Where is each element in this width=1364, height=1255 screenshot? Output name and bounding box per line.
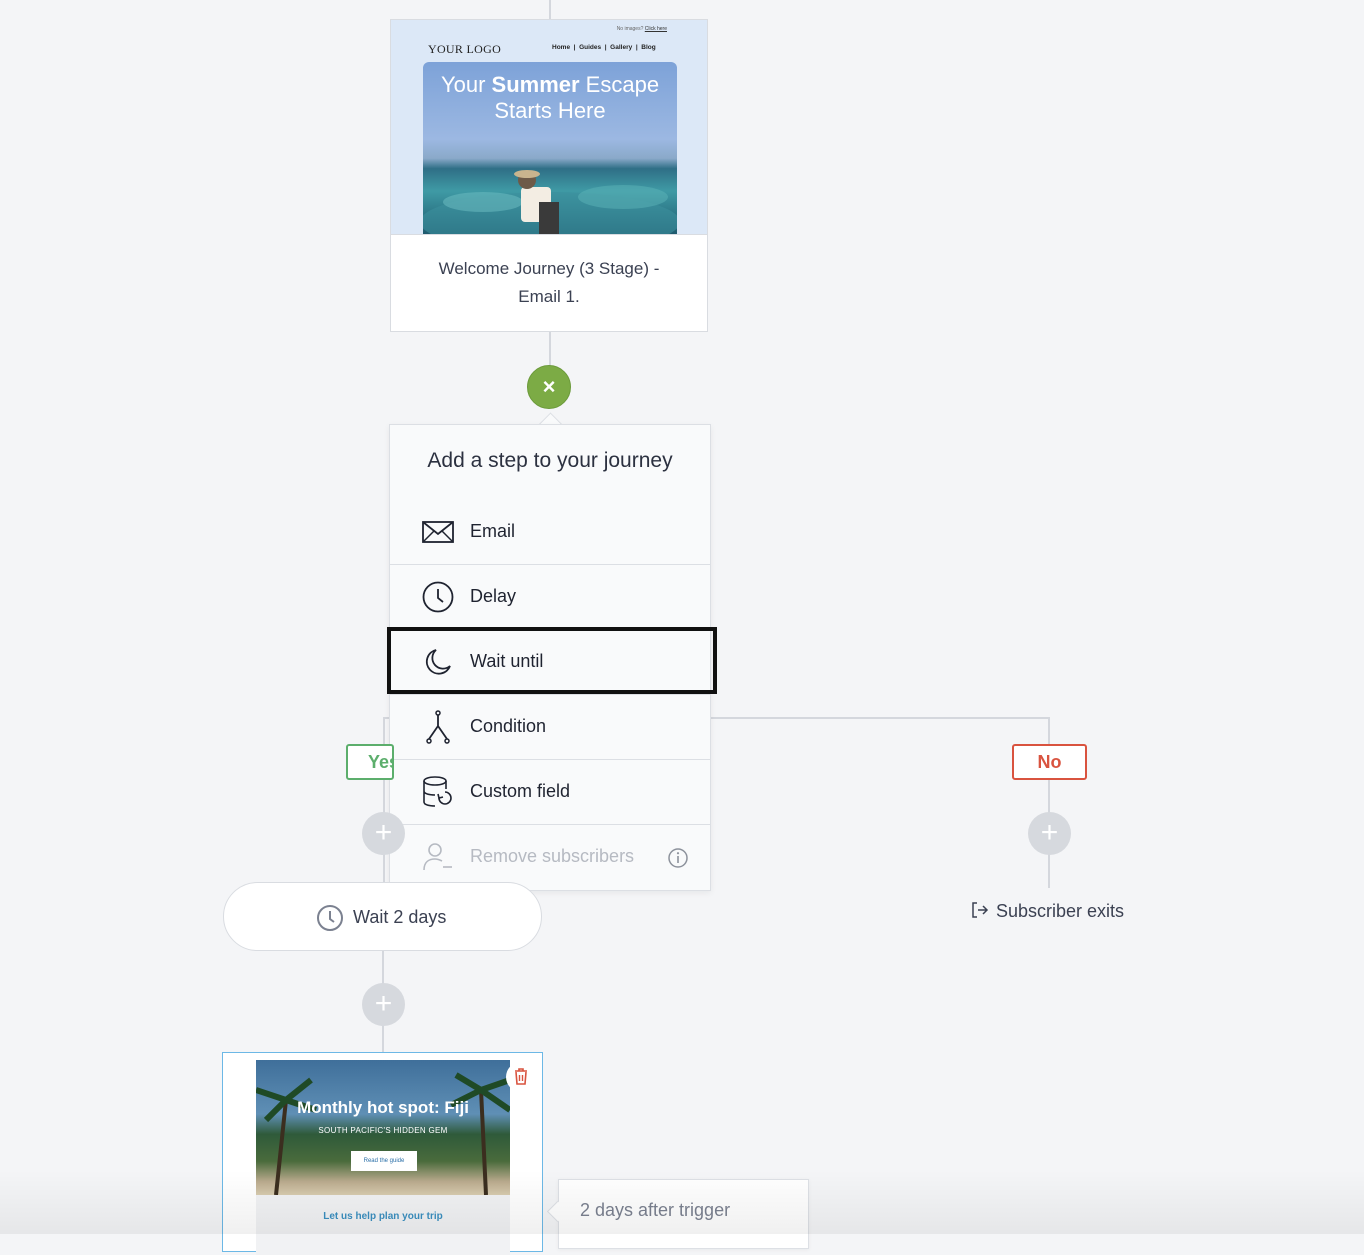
menu-item-delay[interactable]: Delay: [390, 565, 710, 630]
no-branch-badge: No: [1012, 744, 1087, 780]
clock-icon: [316, 904, 344, 937]
email-step-caption: Welcome Journey (3 Stage) - Email 1.: [438, 259, 660, 306]
menu-item-label: Custom field: [470, 781, 571, 801]
trash-icon: [515, 1068, 527, 1085]
email2-cta: Read the guide: [351, 1151, 417, 1171]
no-images-text: No images? Click here: [616, 26, 667, 32]
connector-line: [383, 717, 385, 744]
email2-body-text: Let us help plan your trip: [323, 1211, 443, 1222]
exit-label: Subscriber exits: [996, 901, 1125, 921]
email-hero-image: Your Summer Escape Starts Here: [423, 62, 677, 234]
hero-scene: [423, 170, 677, 234]
menu-item-custom-field[interactable]: Custom field: [390, 760, 710, 825]
branch-icon: [421, 710, 455, 744]
add-step-button[interactable]: +: [362, 812, 405, 855]
delete-step-button[interactable]: [506, 1062, 536, 1092]
email-logo: YOUR LOGO: [428, 42, 502, 56]
menu-item-label: Remove subscribers: [470, 846, 635, 866]
database-icon: [421, 775, 455, 809]
remove-user-icon: [421, 840, 455, 874]
email2-hero-image: Monthly hot spot: Fiji SOUTH PACIFIC'S H…: [256, 1060, 510, 1195]
tooltip-text: 2 days after trigger: [580, 1200, 731, 1220]
menu-item-remove-subscribers[interactable]: Remove subscribers: [390, 825, 710, 890]
click-here-link: Click here: [644, 26, 667, 32]
email-nav: Home | Guides | Gallery | Blog: [552, 44, 656, 51]
highlight-selection-box: [387, 627, 717, 694]
menu-item-condition[interactable]: Condition: [390, 695, 710, 760]
envelope-icon: [421, 515, 455, 549]
add-step-button[interactable]: +: [362, 983, 405, 1026]
connector-line: [549, 0, 551, 19]
exit-icon: [972, 902, 989, 918]
menu-item-label: Delay: [470, 586, 517, 606]
yes-branch-badge: Yes: [346, 744, 394, 780]
email2-title: Monthly hot spot: Fiji: [297, 1098, 469, 1117]
clock-icon: [421, 580, 455, 614]
email-step-card-selected[interactable]: Monthly hot spot: Fiji SOUTH PACIFIC'S H…: [222, 1052, 543, 1255]
menu-item-email[interactable]: Email: [390, 500, 710, 565]
email-preview: No images? Click here YOUR LOGO Home | G…: [391, 20, 707, 235]
menu-item-label: Condition: [470, 716, 547, 736]
email2-body: Let us help plan your trip: [256, 1195, 510, 1255]
email2-subtitle: SOUTH PACIFIC'S HIDDEN GEM: [318, 1126, 448, 1135]
wait-step-label: Wait 2 days: [353, 907, 447, 927]
trigger-tooltip: 2 days after trigger: [558, 1179, 809, 1249]
add-step-button[interactable]: +: [1028, 812, 1071, 855]
connector-line: [1048, 717, 1050, 744]
wait-step-pill[interactable]: Wait 2 days: [223, 882, 542, 951]
close-add-step-button[interactable]: ×: [527, 365, 571, 409]
email-step-card[interactable]: No images? Click here YOUR LOGO Home | G…: [390, 19, 708, 332]
connector-line: [549, 332, 551, 366]
menu-title: Add a step to your journey: [427, 449, 673, 472]
subscriber-exits: Subscriber exits: [970, 900, 1124, 922]
info-icon[interactable]: [667, 847, 689, 874]
menu-item-label: Email: [470, 521, 516, 541]
